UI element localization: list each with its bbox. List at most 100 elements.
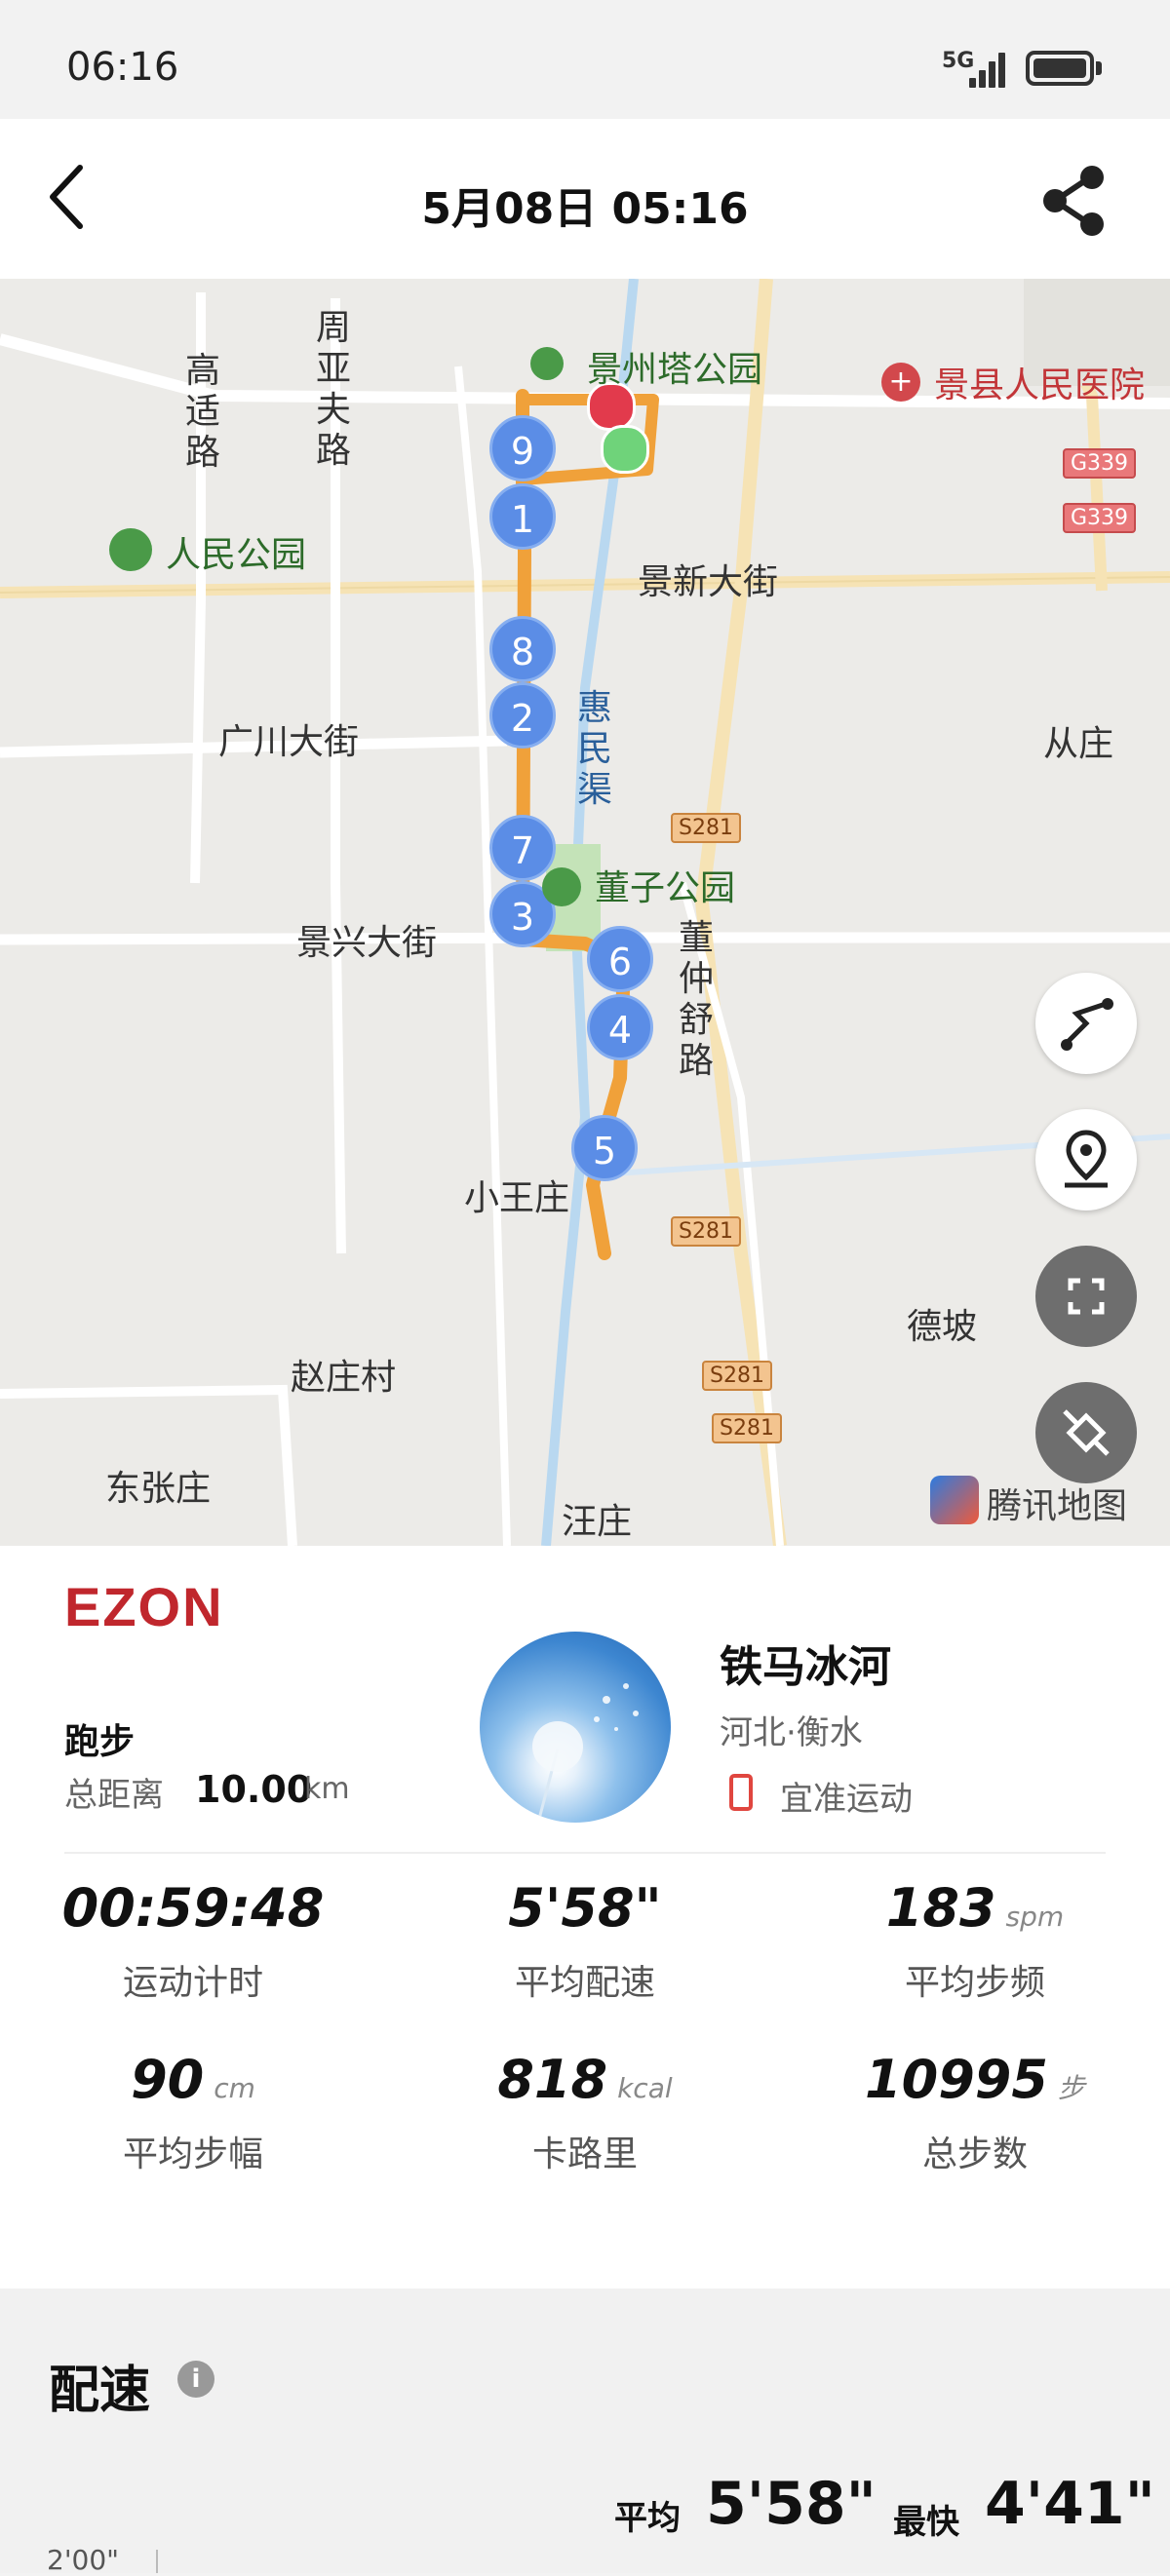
map-label-zhaozhuang: 赵庄村: [291, 1358, 397, 1398]
road-shield-s281-1: S281: [671, 813, 741, 843]
dandelion-image: [532, 1683, 639, 1823]
info-icon[interactable]: i: [177, 2361, 214, 2398]
avatar[interactable]: [480, 1632, 671, 1823]
km-marker-5[interactable]: 5: [571, 1115, 638, 1181]
stat-unit: kcal: [617, 2072, 673, 2104]
satellite-icon: [1063, 1409, 1110, 1456]
pace-title: 配速: [49, 2362, 151, 2420]
stat-steps: 10995 步 总步数: [800, 2049, 1150, 2176]
tree-poi-icon-2: [542, 867, 581, 906]
distance-value: 10.00: [195, 1768, 313, 1811]
avg-pace-label: 平均: [614, 2499, 681, 2538]
map-roads: [0, 279, 1170, 1546]
stat-value: 183: [885, 1877, 996, 1939]
map-label-huimin-canal: 惠民渠: [576, 688, 612, 810]
pace-chart-y-tick: 2'00": [47, 2544, 120, 2576]
stat-avg-pace: 5'58" 平均配速: [410, 1877, 760, 2005]
stat-label: 平均步幅: [122, 2134, 263, 2174]
stat-value: 5'58": [508, 1877, 662, 1939]
locate-button[interactable]: [1035, 1109, 1137, 1211]
map-label-renmin-park: 人民公园: [166, 535, 307, 575]
km-marker-7[interactable]: 7: [489, 815, 556, 881]
stat-label: 运动计时: [122, 1963, 263, 2003]
device-name: 宜准运动: [780, 1780, 913, 1819]
distance-unit: km: [304, 1772, 350, 1806]
status-time: 06:16: [66, 45, 179, 90]
stat-unit: spm: [1005, 1901, 1065, 1933]
page-title: 5月08日 05:16: [421, 184, 749, 234]
stat-label: 平均步频: [904, 1963, 1045, 2003]
map-label-dezhuang: 德坡: [907, 1307, 978, 1347]
tree-poi-icon: [109, 528, 152, 571]
stat-value: 818: [497, 2049, 608, 2110]
header: 5月08日 05:16: [0, 119, 1170, 279]
road-shield-g339-1: G339: [1063, 448, 1137, 479]
stat-label: 总步数: [921, 2134, 1028, 2174]
map-label-dongzi-park: 董子公园: [595, 868, 736, 908]
avg-pace-value: 5'58": [706, 2470, 877, 2538]
map-label-guangchuan-street: 广川大街: [218, 722, 360, 762]
map-label-jingxin-street: 景新大街: [638, 562, 779, 602]
road-shield-s281-4: S281: [712, 1413, 782, 1443]
map-label-zhouyafu-road: 周亚夫路: [315, 308, 351, 471]
user-name: 铁马冰河: [720, 1642, 891, 1692]
map-label-dongzhongshu-road: 董仲舒路: [678, 918, 714, 1081]
workout-summary-card: EZON 跑步 总距离 10.00 km 铁马冰河 河北·衡水 宜准运动 00:…: [0, 1546, 1170, 2288]
map-label-dongzhangzhuang: 东张庄: [105, 1469, 212, 1509]
best-pace-label: 最快: [893, 2503, 959, 2542]
user-location: 河北·衡水: [720, 1713, 863, 1752]
road-shield-g339-2: G339: [1063, 503, 1137, 533]
km-marker-1[interactable]: 1: [489, 483, 556, 550]
map-label-gaoshi-road: 高适路: [184, 351, 220, 473]
km-marker-9[interactable]: 9: [489, 415, 556, 481]
status-bar: 06:16 5G: [0, 0, 1170, 119]
signal-icon: [969, 51, 1008, 88]
pace-chart-axis: [156, 2550, 158, 2573]
route-map[interactable]: 9 1 8 2 7 3 6 4 5 高适路 周亚夫路 景州塔公园 + 景县人民医…: [0, 279, 1170, 1546]
battery-icon: [1026, 51, 1094, 86]
stat-value: 00:59:48: [61, 1877, 325, 1939]
stat-stride: 90 cm 平均步幅: [18, 2049, 369, 2176]
route-replay-button[interactable]: [1035, 973, 1137, 1074]
stat-value: 90: [131, 2049, 205, 2110]
stat-label: 平均配速: [514, 1963, 655, 2003]
location-pin-icon: [1065, 1130, 1108, 1188]
stat-duration: 00:59:48 运动计时: [18, 1877, 369, 2005]
stat-value: 10995: [865, 2049, 1048, 2110]
divider: [64, 1852, 1106, 1854]
hospital-poi-icon: +: [881, 363, 920, 402]
stat-label: 卡路里: [531, 2134, 638, 2174]
sport-type: 跑步: [64, 1722, 136, 1762]
distance-label: 总距离: [64, 1776, 164, 1815]
best-pace-value: 4'41": [985, 2470, 1155, 2538]
stat-unit: 步: [1057, 2072, 1085, 2104]
km-marker-2[interactable]: 2: [489, 682, 556, 749]
km-marker-8[interactable]: 8: [489, 616, 556, 682]
share-button[interactable]: [1035, 162, 1113, 240]
map-label-wangzhuang: 汪庄: [562, 1502, 633, 1542]
brand-logo: EZON: [64, 1576, 224, 1637]
km-marker-4[interactable]: 4: [587, 994, 653, 1060]
map-provider-label: 腾讯地图: [987, 1486, 1128, 1526]
road-shield-s281-2: S281: [671, 1216, 741, 1247]
phone-icon: [729, 1774, 753, 1811]
map-label-xiaowangzhuang: 小王庄: [464, 1178, 570, 1218]
km-marker-6[interactable]: 6: [587, 926, 653, 992]
road-shield-s281-3: S281: [702, 1361, 772, 1391]
stat-cadence: 183 spm 平均步频: [800, 1877, 1150, 2005]
stat-calories: 818 kcal 卡路里: [410, 2049, 760, 2176]
fullscreen-icon: [1068, 1278, 1105, 1315]
share-icon: [1043, 166, 1104, 236]
route-replay-icon: [1061, 998, 1113, 1051]
start-marker: [601, 425, 649, 474]
fullscreen-button[interactable]: [1035, 1246, 1137, 1347]
camera-poi-icon: [530, 347, 564, 380]
map-label-jingxing-street: 景兴大街: [296, 923, 438, 963]
pace-section: 配速 i 平均 5'58" 最快 4'41" 2'00": [0, 2288, 1170, 2576]
stat-unit: cm: [214, 2072, 255, 2104]
satellite-button[interactable]: [1035, 1382, 1137, 1483]
map-label-hospital: 景县人民医院: [934, 365, 1146, 405]
map-label-jingzhouta-park: 景州塔公园: [587, 350, 763, 390]
map-label-congzhuang: 从庄: [1043, 724, 1114, 764]
tencent-map-logo-icon: [930, 1476, 979, 1524]
